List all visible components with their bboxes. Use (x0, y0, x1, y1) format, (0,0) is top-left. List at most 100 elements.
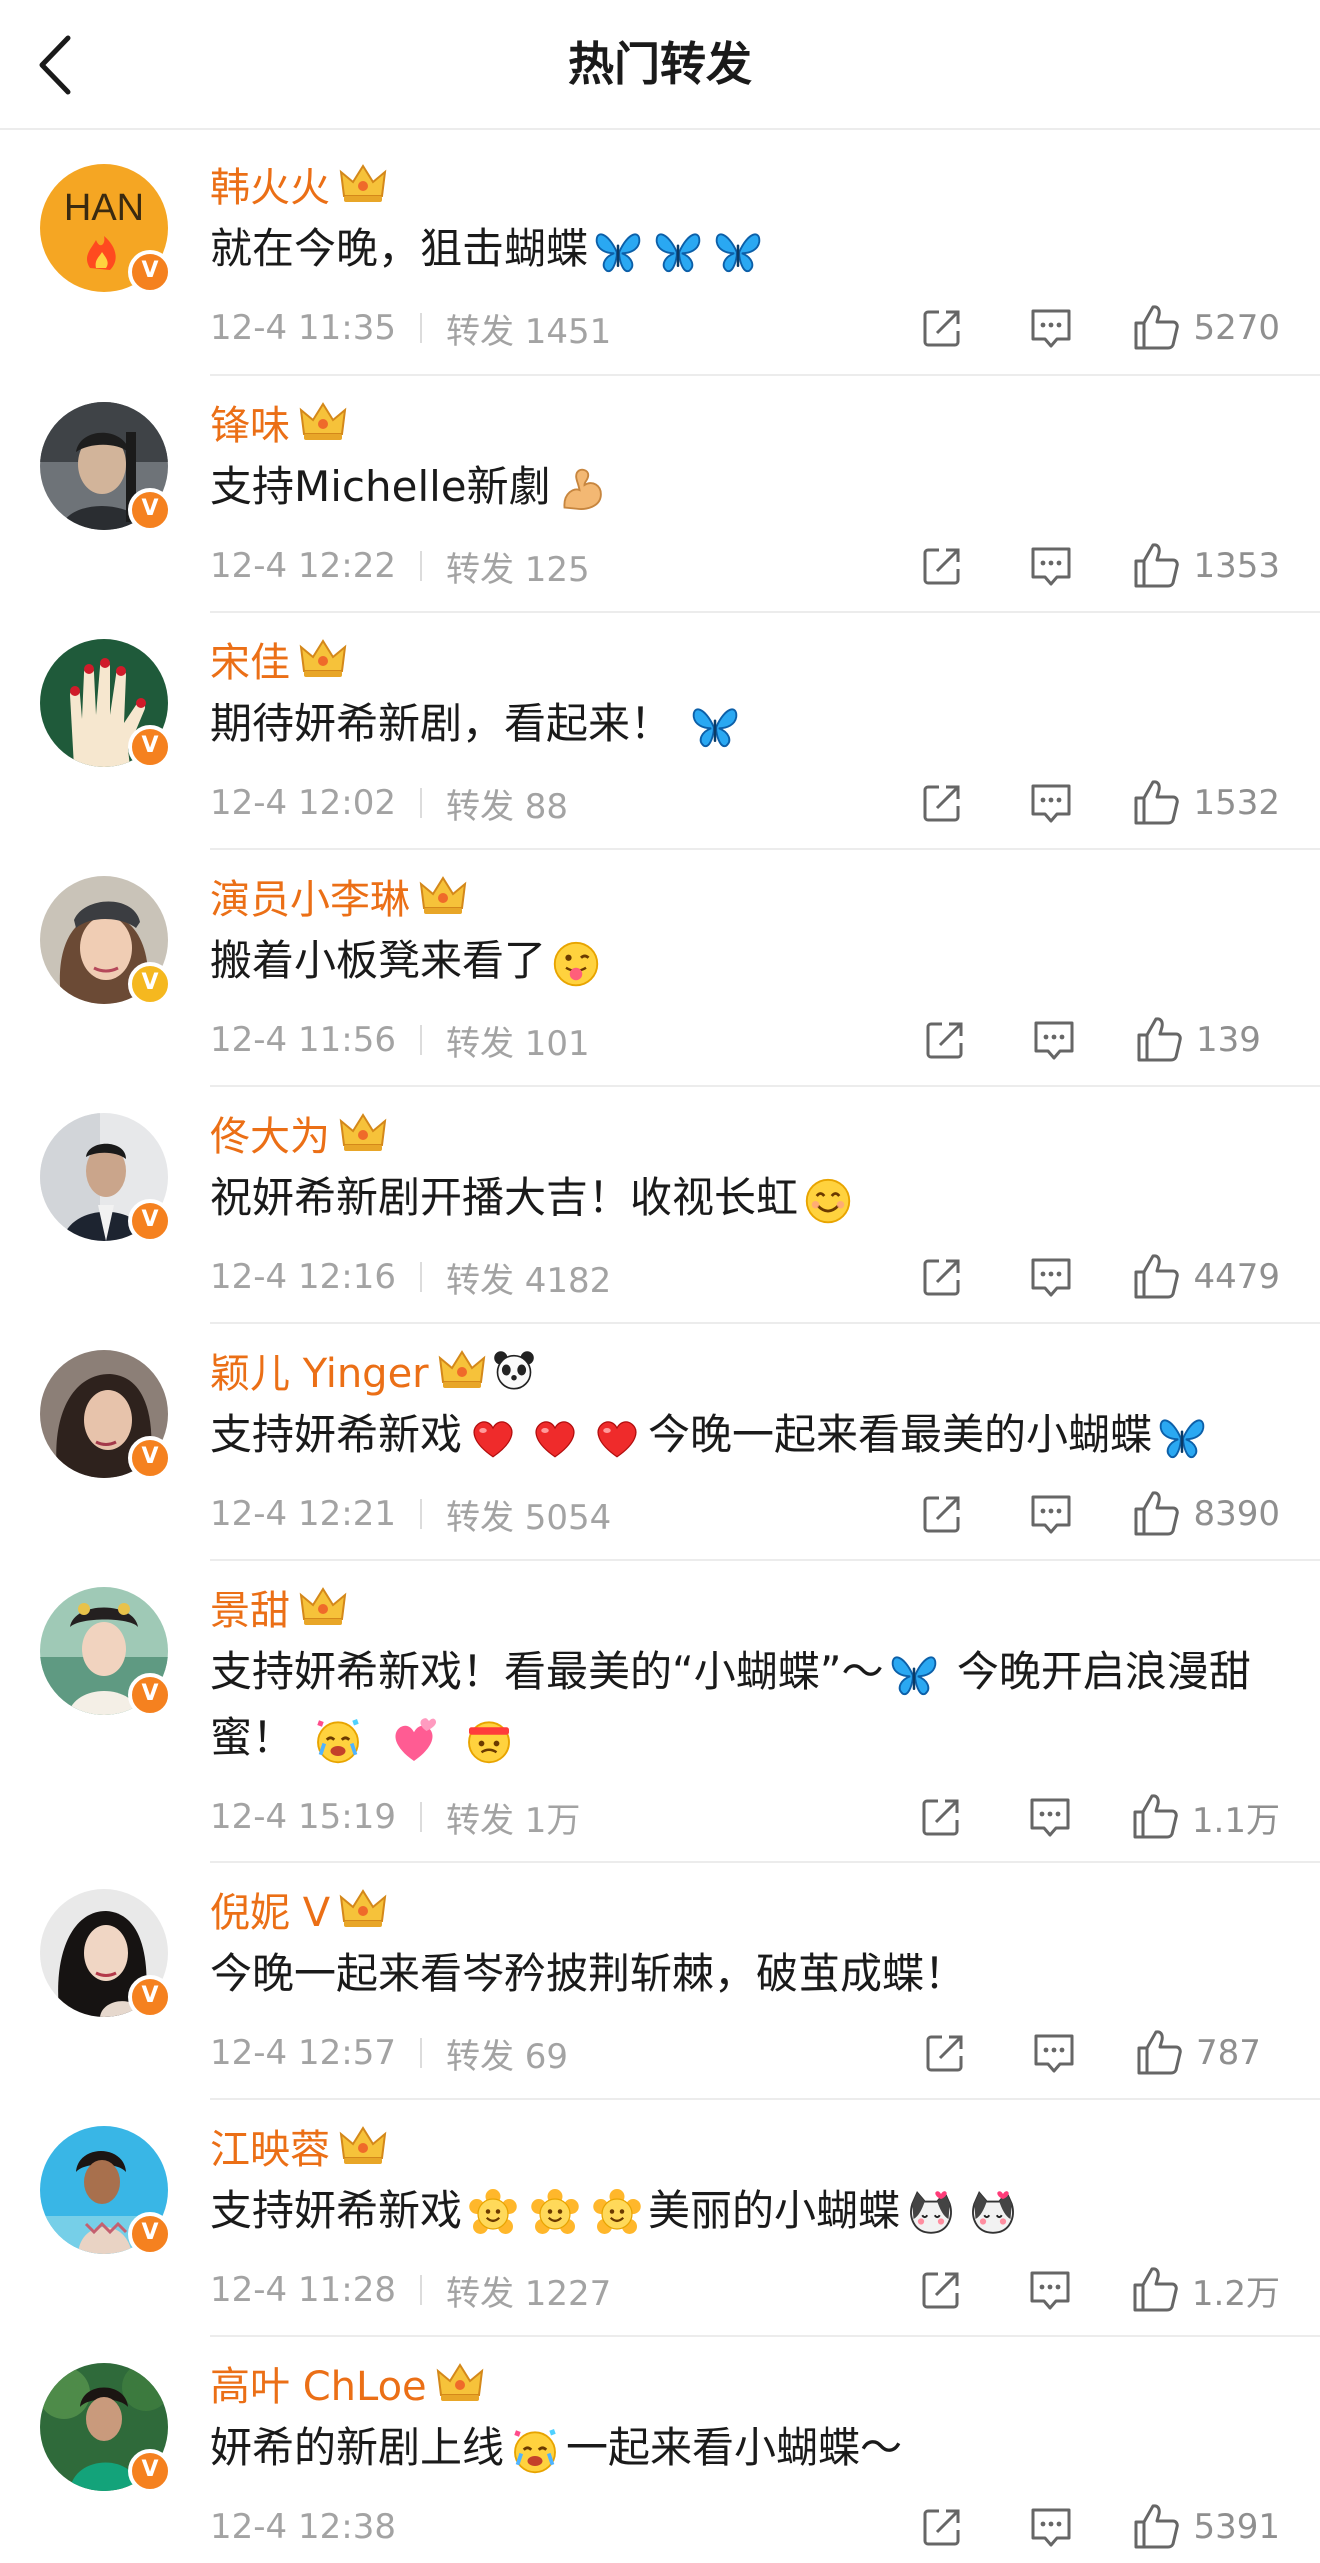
comment-icon[interactable] (1027, 2504, 1075, 2550)
comment-text: 支持妍希新戏 美丽的小蝴蝶 (210, 2178, 1290, 2244)
comment-icon[interactable] (1030, 1017, 1078, 1063)
repost-count[interactable]: 转发 101 (446, 1016, 590, 1065)
share-icon[interactable] (922, 1017, 968, 1063)
verified-badge-icon: V (128, 488, 172, 532)
divider (419, 1802, 422, 1832)
like-icon[interactable] (1131, 778, 1181, 828)
smile-face-icon (801, 1176, 855, 1226)
share-icon[interactable] (919, 1254, 965, 1300)
butterfly-icon (887, 1650, 941, 1700)
comment-icon[interactable] (1027, 1491, 1075, 1537)
repost-count[interactable]: 转发 1万 (446, 1793, 580, 1842)
comment-icon[interactable] (1030, 2030, 1078, 2076)
panda-icon (491, 1348, 537, 1392)
fighting-face-icon (461, 1716, 517, 1766)
comment-icon[interactable] (1026, 2267, 1074, 2313)
sunflower-icon (589, 2189, 645, 2239)
like-icon[interactable] (1131, 541, 1181, 591)
user-name[interactable]: 颖儿 Yinger (210, 1341, 429, 1399)
cat-heart-icon (903, 2189, 959, 2239)
verified-badge-icon: V (128, 1975, 172, 2019)
share-icon[interactable] (918, 1794, 964, 1840)
repost-count[interactable]: 转发 88 (446, 779, 568, 828)
comment-text: 祝妍希新剧开播大吉！收视长虹 (210, 1165, 1290, 1231)
like-icon[interactable] (1131, 1252, 1181, 1302)
user-name[interactable]: 倪妮 V (210, 1880, 330, 1938)
list-item: V 颖儿 Yinger 支持妍希新戏 今晚一起来看最美的小蝴蝶 12-4 12:2… (0, 1324, 1320, 1561)
divider (419, 788, 422, 818)
like-icon[interactable] (1130, 1792, 1180, 1842)
repost-count[interactable]: 转发 125 (446, 542, 590, 591)
user-name[interactable]: 韩火火 (210, 155, 330, 213)
user-name[interactable]: 江映蓉 (210, 2117, 330, 2175)
timestamp: 12-4 12:21 (210, 1494, 396, 1534)
repost-count[interactable]: 转发 4182 (446, 1253, 611, 1302)
like-count: 4479 (1193, 1257, 1280, 1297)
comment-icon[interactable] (1027, 305, 1075, 351)
verified-badge-icon: V (128, 1436, 172, 1480)
comment-icon[interactable] (1027, 1254, 1075, 1300)
share-icon[interactable] (919, 2504, 965, 2550)
pink-hearts-icon (386, 1716, 442, 1766)
red-heart-icon (589, 1413, 645, 1463)
like-count: 8390 (1193, 1494, 1280, 1534)
tongue-face-icon (549, 939, 603, 989)
crown-icon (435, 2361, 485, 2405)
butterfly-icon (688, 702, 742, 752)
divider (419, 2275, 422, 2305)
verified-badge-icon: V (128, 250, 172, 294)
like-count: 1.2万 (1191, 2273, 1280, 2314)
party-face-icon (310, 1716, 366, 1766)
share-icon[interactable] (922, 2030, 968, 2076)
crown-icon (437, 1348, 487, 1392)
repost-count[interactable]: 转发 1227 (446, 2266, 611, 2315)
repost-count[interactable]: 转发 69 (446, 2029, 568, 2078)
like-icon[interactable] (1131, 2502, 1181, 2552)
crown-icon (338, 2124, 388, 2168)
timestamp: 12-4 11:56 (210, 1020, 396, 1060)
user-name[interactable]: 锋味 (210, 393, 290, 451)
crown-icon (338, 1887, 388, 1931)
like-count: 1532 (1193, 783, 1280, 823)
verified-badge-icon: V (128, 962, 172, 1006)
crown-icon (298, 637, 348, 681)
comment-icon[interactable] (1027, 780, 1075, 826)
like-count: 5270 (1193, 308, 1280, 348)
repost-count[interactable]: 转发 5054 (446, 1490, 611, 1539)
share-icon[interactable] (919, 305, 965, 351)
crown-icon (298, 1585, 348, 1629)
butterfly-icon (591, 227, 645, 277)
list-item: V 演员小李琳 搬着小板凳来看了 12-4 11:56 转发 101 139 (0, 850, 1320, 1087)
share-icon[interactable] (918, 2267, 964, 2313)
butterfly-icon (651, 227, 705, 277)
share-icon[interactable] (919, 780, 965, 826)
like-count: 5391 (1193, 2507, 1280, 2547)
comment-icon[interactable] (1027, 543, 1075, 589)
like-icon[interactable] (1134, 1015, 1184, 1065)
like-icon[interactable] (1131, 1489, 1181, 1539)
verified-badge-icon: V (128, 2212, 172, 2256)
user-name[interactable]: 宋佳 (210, 630, 290, 688)
crown-icon (338, 1111, 388, 1155)
comment-text: 就在今晚，狙击蝴蝶 (210, 216, 1290, 282)
like-icon[interactable] (1134, 2028, 1184, 2078)
like-count: 139 (1196, 1020, 1261, 1060)
like-icon[interactable] (1130, 2265, 1180, 2315)
timestamp: 12-4 12:57 (210, 2033, 396, 2073)
user-name[interactable]: 演员小李琳 (210, 867, 410, 925)
user-name[interactable]: 景甜 (210, 1578, 290, 1636)
share-icon[interactable] (919, 543, 965, 589)
share-icon[interactable] (919, 1491, 965, 1537)
repost-count[interactable]: 转发 1451 (446, 304, 611, 353)
verified-badge-icon: V (128, 1673, 172, 1717)
comment-icon[interactable] (1026, 1794, 1074, 1840)
user-name[interactable]: 高叶 ChLoe (210, 2354, 427, 2412)
divider (419, 313, 422, 343)
like-icon[interactable] (1131, 303, 1181, 353)
red-heart-icon (527, 1413, 583, 1463)
crown-icon (418, 874, 468, 918)
user-name[interactable]: 佟大为 (210, 1104, 330, 1162)
timestamp: 12-4 12:16 (210, 1257, 396, 1297)
comment-text: 今晚一起来看岑矜披荆斩棘，破茧成蝶！ (210, 1949, 967, 1998)
crown-icon (338, 162, 388, 206)
